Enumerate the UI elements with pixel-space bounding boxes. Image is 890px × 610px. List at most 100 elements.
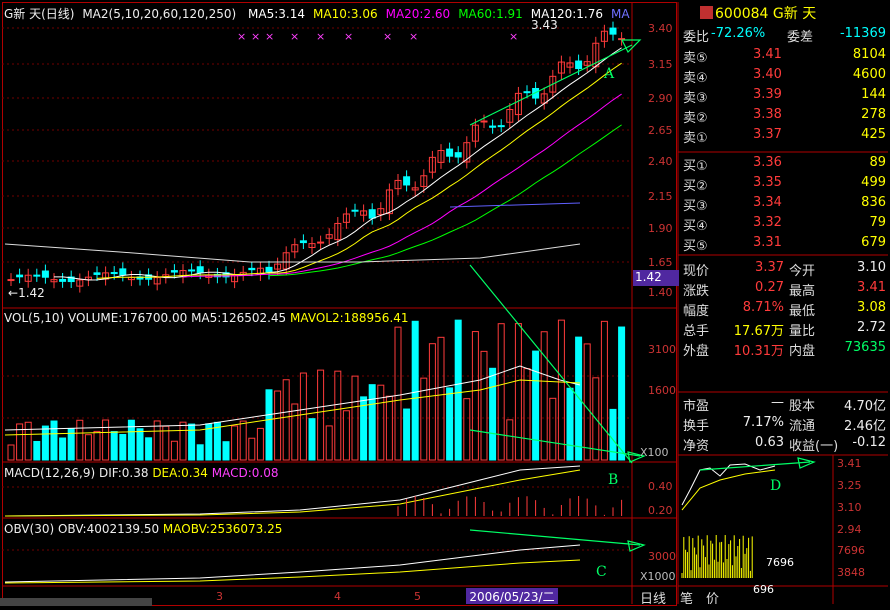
vol-tick-2: 1600 [648, 384, 676, 397]
svg-text:×: × [265, 30, 274, 43]
svg-text:×: × [509, 30, 518, 43]
tab-ticks[interactable]: 笔 [680, 588, 693, 607]
order-label: 买② [683, 179, 708, 194]
order-volume: 79 [869, 215, 886, 230]
weibi-row: 委比 -72.26% 委差 -11369 [683, 26, 886, 45]
order-price: 3.38 [753, 107, 782, 122]
intraday-chart [681, 463, 776, 578]
order-row[interactable]: 买② 3.35 499 [681, 173, 888, 194]
ma-params: MA2(5,10,20,60,120,250) [82, 7, 237, 21]
low-label: ←1.42 [8, 286, 45, 300]
event-markers: × × × × × × × × × [237, 30, 518, 43]
volume-header: VOL(5,10) VOLUME:176700.00 MA5:126502.45… [4, 311, 409, 325]
price-tick: 2.40 [648, 155, 673, 168]
stat-row: 总手 17.67万 量比 2.72 [683, 320, 886, 339]
price-tick: 1.90 [648, 222, 673, 235]
order-label: 卖③ [683, 91, 708, 106]
obv-unit: X1000 [640, 570, 676, 583]
date-cursor: 2006/05/23/二 [466, 588, 558, 604]
order-row[interactable]: 卖④ 3.40 4600 [681, 65, 888, 86]
ma-value-1: MA10:3.06 [313, 7, 378, 21]
stock-flag-icon [700, 6, 713, 19]
price-tick: 3.40 [648, 22, 673, 35]
intra-vol-label: 7696 [766, 556, 794, 569]
obv-header: OBV(30) OBV:4002139.50 MAOBV:2536073.25 [4, 522, 283, 536]
order-row[interactable]: 卖② 3.38 278 [681, 105, 888, 126]
order-row[interactable]: 卖① 3.37 425 [681, 125, 888, 146]
order-volume: 499 [861, 175, 886, 190]
tab-daily[interactable]: 日线 [640, 588, 666, 607]
high-label: 3.43 [531, 18, 558, 32]
svg-text:×: × [316, 30, 325, 43]
price-tick: 1.40 [648, 286, 673, 299]
order-price: 3.34 [753, 195, 782, 210]
price-tick: 3.15 [648, 58, 673, 71]
annotation-a: A [604, 66, 615, 82]
stat-row: 涨跌 0.27 最高 3.41 [683, 280, 886, 299]
order-price: 3.41 [753, 47, 782, 62]
annotation-c: C [596, 564, 607, 580]
price-tick: 1.65 [648, 256, 673, 269]
ma-value-3: MA60:1.91 [458, 7, 523, 21]
macd-tick-1: 0.40 [648, 480, 673, 493]
intra-tick-1: 3.41 [837, 457, 862, 470]
order-label: 买⑤ [683, 239, 708, 254]
order-volume: 8104 [852, 47, 886, 62]
order-price: 3.37 [753, 127, 782, 142]
order-row[interactable]: 买④ 3.32 79 [681, 213, 888, 234]
ma-value-5: MA [611, 7, 630, 21]
moving-average-lines [4, 47, 622, 281]
order-price: 3.32 [753, 215, 782, 230]
svg-text:×: × [409, 30, 418, 43]
quote-title: 600084 G新 天 [700, 3, 886, 23]
stat-row: 幅度 8.71% 最低 3.08 [683, 300, 886, 319]
intra-vol-label-2: 696 [753, 583, 774, 596]
intra-vol-tick-1: 7696 [837, 544, 865, 557]
fundamental-row: 净资 0.63 收益(一) -0.12 [683, 435, 886, 454]
macd-tick-2: 0.20 [648, 504, 673, 517]
order-price: 3.40 [753, 67, 782, 82]
order-volume: 836 [861, 195, 886, 210]
stock-title: G新 天(日线) [4, 7, 75, 21]
intra-tick-2: 3.25 [837, 479, 862, 492]
order-volume: 89 [869, 155, 886, 170]
order-label: 买① [683, 159, 708, 174]
intra-tick-4: 2.94 [837, 523, 862, 536]
order-price: 3.35 [753, 175, 782, 190]
order-label: 卖② [683, 111, 708, 126]
price-tick: 2.90 [648, 92, 673, 105]
order-label: 卖⑤ [683, 51, 708, 66]
macd-header: MACD(12,26,9) DIF:0.38 DEA:0.34 MACD:0.0… [4, 466, 279, 480]
month-label-4: 4 [334, 590, 341, 603]
month-label-3: 3 [216, 590, 223, 603]
svg-text:×: × [290, 30, 299, 43]
order-row[interactable]: 买⑤ 3.31 679 [681, 233, 888, 254]
order-price: 3.31 [753, 235, 782, 250]
order-label: 买④ [683, 219, 708, 234]
scrollbar[interactable] [0, 598, 152, 606]
order-label: 卖④ [683, 71, 708, 86]
order-volume: 278 [861, 107, 886, 122]
order-row[interactable]: 卖③ 3.39 144 [681, 85, 888, 106]
order-volume: 4600 [852, 67, 886, 82]
annotation-b: B [608, 472, 619, 488]
order-row[interactable]: 买① 3.36 89 [681, 153, 888, 174]
order-volume: 679 [861, 235, 886, 250]
tab-price[interactable]: 价 [706, 588, 719, 607]
stat-row: 外盘 10.31万 内盘 73635 [683, 340, 886, 359]
svg-text:×: × [383, 30, 392, 43]
order-row[interactable]: 卖⑤ 3.41 8104 [681, 45, 888, 66]
price-tick: 2.65 [648, 124, 673, 137]
cursor-price-box: 1.42 [633, 270, 679, 286]
annotation-d: D [770, 478, 782, 494]
svg-text:×: × [251, 30, 260, 43]
order-row[interactable]: 买③ 3.34 836 [681, 193, 888, 214]
obv-tick: 3000 [648, 550, 676, 563]
order-label: 买③ [683, 199, 708, 214]
intra-tick-3: 3.10 [837, 501, 862, 514]
vol-unit: X100 [640, 446, 669, 459]
price-tick: 2.15 [648, 190, 673, 203]
fundamental-row: 市盈 — 股本 4.70亿 [683, 395, 886, 414]
order-volume: 144 [861, 87, 886, 102]
order-price: 3.36 [753, 155, 782, 170]
